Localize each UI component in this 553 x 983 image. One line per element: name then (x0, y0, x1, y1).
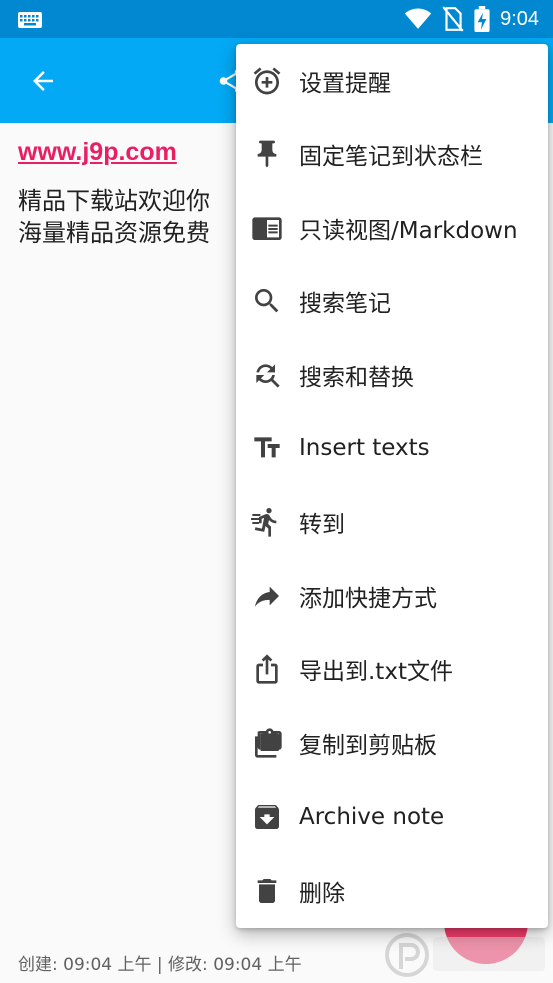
export-icon (250, 652, 284, 686)
pin-icon (250, 137, 284, 171)
menu-item-label: 删除 (299, 880, 345, 907)
delete-icon (250, 874, 284, 908)
menu-item-insert-texts[interactable]: Insert texts (236, 411, 548, 484)
forward-arrow-icon (250, 579, 284, 613)
menu-item-export-txt[interactable]: 导出到.txt文件 (236, 632, 548, 705)
no-sim-icon (442, 6, 464, 32)
menu-item-add-shortcut[interactable]: 添加快捷方式 (236, 559, 548, 632)
menu-item-label: 搜索笔记 (299, 290, 391, 317)
menu-item-label: 固定笔记到状态栏 (299, 143, 483, 170)
note-body-line-2: 海量精品资源免费 (18, 219, 210, 247)
note-body-line-1: 精品下载站欢迎你 (18, 187, 210, 215)
menu-item-label: 搜索和替换 (299, 364, 414, 391)
status-time: 9:04 (500, 7, 539, 30)
menu-item-pin-to-status-bar[interactable]: 固定笔记到状态栏 (236, 117, 548, 190)
reader-icon (250, 211, 284, 245)
archive-icon (250, 800, 284, 834)
search-icon (250, 284, 284, 318)
alarm-add-icon (250, 64, 284, 98)
text-fields-icon (250, 431, 284, 465)
menu-item-reader-view[interactable]: 只读视图/Markdown (236, 191, 548, 264)
menu-item-archive-note[interactable]: Archive note (236, 780, 548, 853)
find-replace-icon (250, 358, 284, 392)
menu-item-go-to[interactable]: 转到 (236, 485, 548, 558)
menu-item-label: Archive note (299, 803, 445, 830)
menu-item-set-reminder[interactable]: 设置提醒 (236, 44, 548, 117)
menu-item-label: Insert texts (299, 434, 430, 461)
overflow-menu: 设置提醒 固定笔记到状态栏 只读视图/Markdown 搜索笔记 搜索和替换 I… (236, 44, 548, 928)
keyboard-icon (18, 12, 42, 28)
battery-charging-icon (474, 6, 490, 32)
menu-item-copy-clipboard[interactable]: 复制到剪贴板 (236, 706, 548, 779)
status-bar: 9:04 (0, 0, 553, 38)
menu-item-label: 只读视图/Markdown (299, 217, 518, 244)
wifi-icon (404, 8, 432, 29)
menu-item-label: 复制到剪贴板 (299, 732, 437, 759)
back-arrow-icon[interactable] (28, 66, 58, 96)
run-icon (250, 505, 284, 539)
menu-item-label: 添加快捷方式 (299, 585, 437, 612)
menu-item-search-note[interactable]: 搜索笔记 (236, 264, 548, 337)
menu-item-label: 设置提醒 (299, 70, 391, 97)
copy-icon (250, 726, 284, 760)
note-timestamps: 创建: 09:04 上午 | 修改: 09:04 上午 (18, 955, 302, 975)
menu-item-delete[interactable]: 删除 (236, 854, 548, 927)
menu-item-find-replace[interactable]: 搜索和替换 (236, 338, 548, 411)
watermark-logo (385, 933, 545, 977)
menu-item-label: 转到 (299, 511, 345, 538)
menu-item-label: 导出到.txt文件 (299, 658, 453, 685)
